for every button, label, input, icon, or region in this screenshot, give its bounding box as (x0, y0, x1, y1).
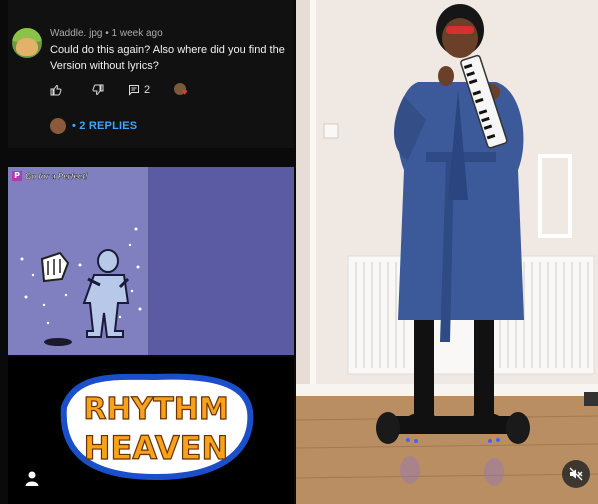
reply-avatar (50, 118, 66, 134)
game-screen: P Go for a Perfect! (8, 167, 294, 355)
logo-line1: RHYTHM (83, 392, 228, 427)
replies-label: • 2 REPLIES (72, 120, 138, 132)
comment-icon (129, 85, 139, 96)
rhythm-heaven-logo: RHYTHM HEAVEN (60, 373, 254, 481)
dislike-button[interactable] (92, 84, 104, 96)
character-shadow (44, 338, 72, 346)
comment-card: Waddle. jpg • 1 week ago Could do this a… (8, 0, 294, 148)
karate-character-sprite (82, 249, 130, 338)
logo-line2: HEAVEN (84, 429, 229, 467)
comment-text: Could do this again? Also where did you … (50, 44, 285, 72)
thumbs-down-icon (92, 84, 104, 96)
game-screen-dark-half (148, 167, 294, 355)
game-sprites (20, 227, 142, 346)
user-icon[interactable] (24, 470, 40, 491)
flying-object-sprite (40, 251, 70, 283)
commenter-avatar[interactable] (12, 28, 42, 58)
mute-button[interactable] (562, 460, 590, 488)
comment-meta: Waddle. jpg • 1 week ago (50, 28, 163, 39)
muted-speaker-icon (569, 467, 583, 481)
comment-time: 1 week ago (111, 28, 163, 39)
reply-button[interactable]: 2 (128, 84, 150, 96)
comment-author[interactable]: Waddle. jpg (50, 28, 102, 39)
thumbs-up-icon (50, 84, 62, 96)
comment-actions: 2 ♥ (50, 82, 190, 98)
view-replies-link[interactable]: • 2 REPLIES (50, 118, 137, 134)
logo-area: RHYTHM HEAVEN (8, 357, 294, 504)
video-scene (296, 0, 598, 504)
like-button[interactable] (50, 84, 62, 96)
meta-separator: • (105, 28, 109, 39)
creator-heart: ♥ (174, 83, 190, 97)
video-frame[interactable] (296, 0, 598, 504)
reply-count: 2 (144, 84, 151, 96)
left-panel: Waddle. jpg • 1 week ago Could do this a… (0, 0, 296, 504)
heart-icon: ♥ (182, 87, 188, 97)
